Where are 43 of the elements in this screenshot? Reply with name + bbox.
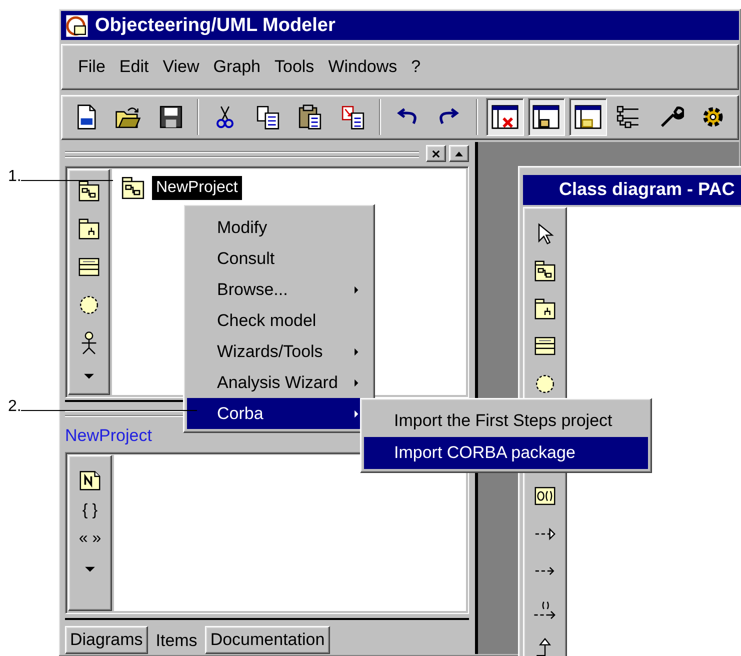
menu-item[interactable]: Windows [322, 55, 404, 80]
menu-item[interactable]: Analysis Wizard [187, 367, 371, 398]
window-icon [490, 103, 519, 132]
window-toggle-button[interactable] [569, 98, 607, 136]
menu-item[interactable]: Edit [113, 55, 155, 80]
callout-number: 2. [8, 398, 22, 416]
hierarchy-icon[interactable] [615, 104, 642, 130]
copy-icon[interactable] [254, 104, 281, 130]
menu-item[interactable]: Wizards/Tools [187, 336, 371, 367]
window-title: Objecteering/UML Modeler [95, 14, 336, 37]
window-icon [532, 103, 560, 132]
window-toggle-button[interactable] [486, 98, 524, 136]
tree-item[interactable]: NewProject [152, 176, 242, 200]
package-icon[interactable] [77, 216, 101, 241]
window-title: Class diagram - PAC [523, 174, 741, 205]
panel-title: NewProject [65, 426, 152, 447]
menu-item[interactable]: Check model [187, 305, 371, 336]
package-diagram-icon [120, 174, 146, 201]
export-document-icon[interactable] [340, 104, 366, 130]
window-icon [574, 103, 602, 132]
callout-number: 1. [8, 168, 22, 186]
tab[interactable]: Documentation [205, 626, 330, 654]
menu-item[interactable]: Consult [187, 243, 371, 274]
collapse-button[interactable] [449, 145, 469, 162]
palette-glyph[interactable]: « » [78, 530, 102, 548]
app-logo-icon [65, 14, 89, 38]
menu-item[interactable]: Browse... [187, 274, 371, 305]
menu-item[interactable]: File [72, 55, 112, 80]
menu-item[interactable]: Graph [207, 55, 266, 80]
menu-item[interactable]: Tools [268, 55, 320, 80]
menu-item[interactable]: View [156, 55, 206, 80]
window-toggle-button[interactable] [528, 98, 566, 136]
package-diagram-icon[interactable] [77, 178, 101, 203]
package-icon[interactable] [533, 296, 557, 321]
palette-glyph[interactable]: { } [82, 502, 98, 520]
menu-item[interactable]: Modify [187, 212, 371, 243]
package-diagram-icon[interactable] [533, 259, 557, 284]
menu-item[interactable]: ? [405, 55, 427, 80]
tab[interactable]: Diagrams [65, 626, 148, 654]
submenu-item[interactable]: Import CORBA package [364, 437, 648, 469]
paste-icon[interactable] [297, 104, 324, 130]
close-button[interactable] [426, 145, 446, 162]
save-icon[interactable] [158, 104, 184, 130]
